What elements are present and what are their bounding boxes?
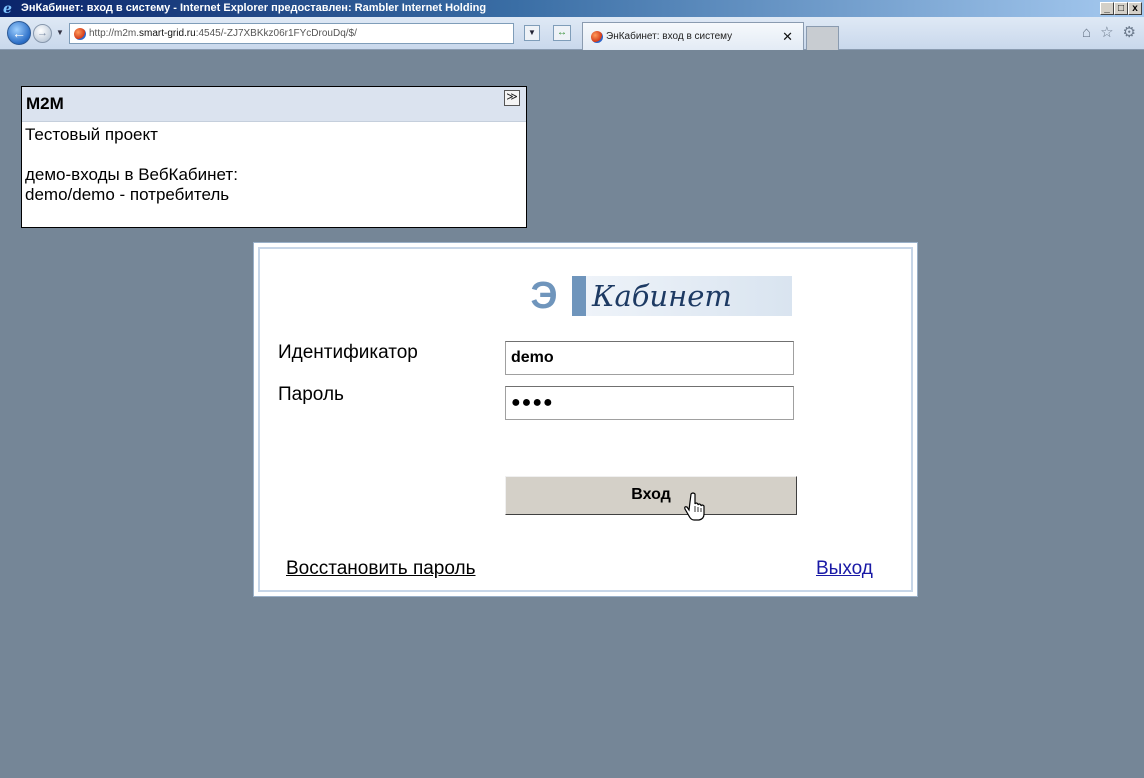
info-line: демо-входы в ВебКабинет: — [25, 165, 238, 184]
window-controls: _ □ x — [1100, 2, 1142, 15]
id-input[interactable]: demo — [505, 341, 794, 375]
address-domain: smart-grid.ru — [139, 28, 196, 39]
browser-navbar: ← → ▼ http://m2m. smart-grid.ru:4545/-ZJ7… — [0, 17, 1144, 50]
info-panel-body: Тестовый проект демо-входы в ВебКабинет:… — [22, 122, 526, 208]
tab-favicon-icon — [591, 30, 603, 43]
info-line: Тестовый проект — [25, 125, 158, 144]
refresh-button[interactable]: ↔ — [553, 25, 571, 41]
logo-bar — [572, 276, 586, 316]
gear-icon[interactable]: ⚙ — [1123, 25, 1136, 41]
close-window-button[interactable]: x — [1128, 2, 1142, 15]
password-input[interactable]: ●●●● — [505, 386, 794, 420]
id-label: Идентификатор — [278, 342, 418, 363]
maximize-button[interactable]: □ — [1114, 2, 1128, 15]
new-tab-button[interactable] — [806, 26, 839, 50]
browser-toolbar: ⌂ ☆ ⚙ — [1082, 25, 1136, 41]
restore-password-link[interactable]: Восстановить пароль — [286, 558, 476, 580]
login-button[interactable]: Вход — [505, 476, 797, 515]
back-button[interactable]: ← — [7, 21, 31, 45]
exit-link[interactable]: Выход — [816, 558, 873, 580]
window-title: ЭнКабинет: вход в систему - Internet Exp… — [21, 2, 487, 14]
logo-letter: Э — [530, 275, 558, 317]
enkabinet-logo: Э Кабинет — [522, 276, 798, 316]
favorites-star-icon[interactable]: ☆ — [1100, 25, 1113, 41]
info-panel-title: M2M — [26, 94, 64, 113]
address-bar[interactable]: http://m2m. smart-grid.ru:4545/-ZJ7XBKkz0… — [69, 23, 514, 44]
site-favicon-icon — [74, 27, 86, 40]
home-icon[interactable]: ⌂ — [1082, 25, 1091, 41]
address-dropdown-button[interactable]: ▼ — [524, 25, 540, 41]
login-panel-inner: Э Кабинет Идентификатор demo Пароль ●●●●… — [258, 247, 913, 592]
forward-button[interactable]: → — [33, 24, 52, 43]
tab-login[interactable]: ЭнКабинет: вход в систему ✕ — [582, 22, 804, 50]
password-label: Пароль — [278, 384, 344, 405]
minimize-button[interactable]: _ — [1100, 2, 1114, 15]
info-line: demo/demo - потребитель — [25, 185, 230, 204]
ie-logo-icon: e — [3, 0, 12, 17]
tab-title: ЭнКабинет: вход в систему — [606, 31, 733, 42]
info-panel-header: M2M ≫ — [22, 87, 526, 122]
hand-cursor-icon — [684, 492, 705, 521]
project-info-panel: M2M ≫ Тестовый проект демо-входы в ВебКа… — [21, 86, 527, 228]
tab-close-icon[interactable]: ✕ — [782, 29, 793, 45]
collapse-button[interactable]: ≫ — [504, 90, 520, 106]
logo-word: Кабинет — [586, 276, 792, 316]
window-titlebar: e ЭнКабинет: вход в систему - Internet E… — [0, 0, 1144, 17]
address-prefix: http://m2m. — [89, 28, 140, 39]
history-dropdown-icon[interactable]: ▼ — [56, 28, 64, 37]
address-suffix: :4545/-ZJ7XBKkz06r1FYcDrouDq/$/ — [195, 28, 357, 39]
login-panel: Э Кабинет Идентификатор demo Пароль ●●●●… — [253, 242, 918, 597]
info-line-blank — [25, 145, 523, 165]
